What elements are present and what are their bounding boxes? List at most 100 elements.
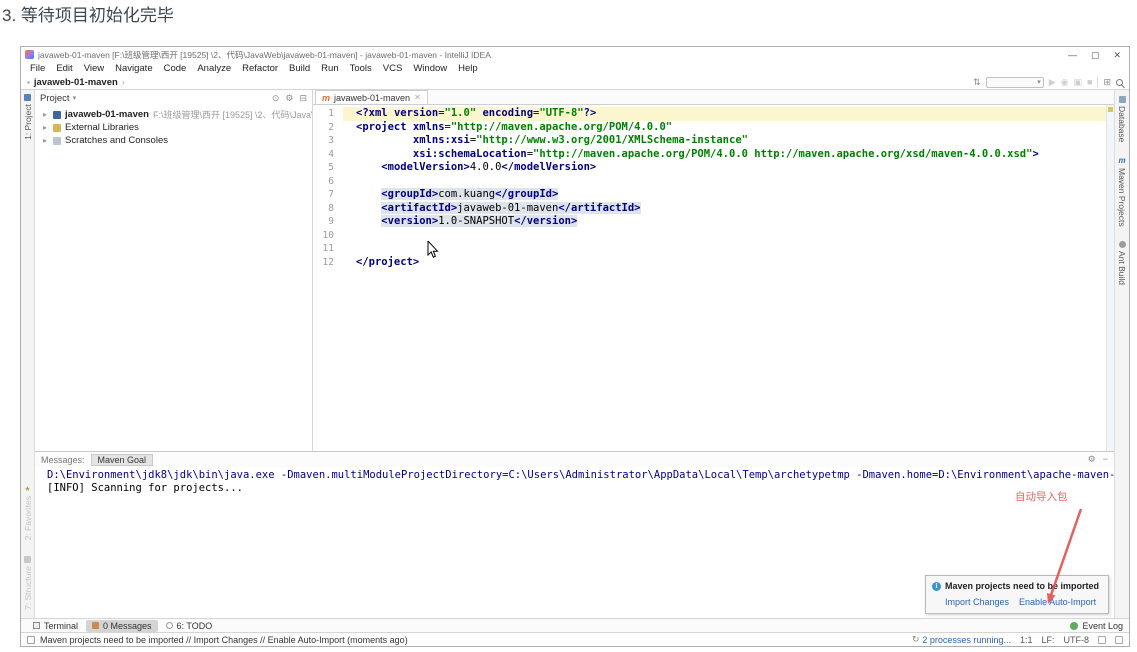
search-everywhere-icon[interactable] [1116, 78, 1123, 86]
line-number: 5 [328, 162, 334, 173]
menu-help[interactable]: Help [453, 63, 483, 74]
code-token: > [1032, 147, 1039, 160]
close-tab-icon[interactable]: ✕ [414, 93, 421, 102]
editor-body[interactable]: 1 <?xml version="1.0" encoding="UTF-8"?> 2… [313, 105, 1114, 451]
stop-button[interactable]: ■ [1087, 77, 1092, 87]
minimize-button[interactable]: — [1068, 50, 1077, 60]
annotation-auto-import: 自动导入包 [1015, 491, 1068, 503]
toolwindow-toggle-icon[interactable] [27, 635, 35, 644]
hector-icon[interactable] [1115, 635, 1123, 644]
bottom-tab-terminal[interactable]: Terminal [27, 620, 84, 632]
console-lines: D:\Environment\jdk8\jdk\bin\java.exe -Dm… [47, 469, 1114, 495]
expand-chevron-icon[interactable]: ▸ [43, 136, 53, 145]
maven-icon: m [1118, 156, 1126, 166]
line-number: 10 [322, 229, 334, 241]
sort-icon[interactable]: ⇅ [973, 77, 981, 88]
menu-code[interactable]: Code [159, 63, 192, 74]
line-number: 2 [328, 121, 334, 133]
chevron-right-icon: › [121, 77, 125, 87]
bottom-tab-todo[interactable]: 6: TODO [160, 620, 219, 632]
menu-vcs[interactable]: VCS [378, 63, 408, 74]
messages-actions: ⚙ − [1088, 454, 1108, 465]
toolwindow-button-ant[interactable]: Ant Build [1117, 240, 1127, 285]
project-panel-title[interactable]: Project [40, 93, 70, 104]
menu-tools[interactable]: Tools [345, 63, 377, 74]
todo-icon [165, 622, 173, 629]
file-encoding[interactable]: UTF-8 [1064, 635, 1090, 645]
collapse-icon[interactable]: − [1103, 454, 1108, 465]
settings-gear-icon[interactable]: ⚙ [1088, 454, 1096, 465]
console-line-1: [INFO] Scanning for projects... [47, 482, 243, 494]
notification-links: Import Changes Enable Auto-Import [945, 596, 1102, 609]
menu-analyze[interactable]: Analyze [192, 63, 236, 74]
page-title: 3. 等待项目初始化完毕 [2, 6, 174, 25]
maven-goal-tab[interactable]: Maven Goal [90, 453, 154, 466]
expand-chevron-icon[interactable]: ▸ [43, 123, 53, 132]
toolwindow-button-structure[interactable]: 7: Structure [23, 556, 33, 610]
menu-view[interactable]: View [79, 63, 109, 74]
toolwindow-button-project[interactable]: 1: Project [23, 94, 33, 140]
run-configuration-select[interactable]: ▾ [985, 76, 1044, 88]
menu-run[interactable]: Run [316, 63, 343, 74]
expand-chevron-icon[interactable]: ▸ [43, 110, 53, 119]
menu-window[interactable]: Window [408, 63, 452, 74]
code-line-3: 3 xmlns:xsi="http://www.w3.org/2001/XMLS… [313, 134, 1106, 148]
code-line-content [343, 175, 1106, 189]
maximize-button[interactable]: ▢ [1091, 50, 1100, 60]
debug-button[interactable]: ◉ [1061, 77, 1069, 88]
close-button[interactable]: ✕ [1113, 50, 1121, 60]
window-controls: — ▢ ✕ [1068, 50, 1121, 60]
menu-bar: File Edit View Navigate Code Analyze Refactor B… [21, 62, 1129, 75]
breadcrumb[interactable]: javaweb-01-maven [34, 77, 118, 88]
menu-refactor[interactable]: Refactor [237, 63, 283, 74]
run-button[interactable]: ▶ [1049, 77, 1056, 88]
status-message[interactable]: Maven projects need to be imported // Im… [40, 635, 408, 645]
notification-link-enable-auto-import[interactable]: Enable Auto-Import [1019, 596, 1096, 609]
hide-panel-icon[interactable]: ⊟ [299, 93, 307, 104]
project-structure-icon[interactable]: ⊞ [1103, 77, 1111, 88]
root-icon [53, 110, 61, 119]
event-log-button[interactable]: Event Log [1070, 621, 1123, 631]
menu-file[interactable]: File [25, 63, 50, 74]
line-number: 11 [322, 243, 334, 254]
code-line-5: 5 <modelVersion>4.0.0</modelVersion> [313, 161, 1106, 175]
tree-row-1[interactable]: ▸ External Libraries [35, 121, 312, 134]
tree-detail: F:\班级管理\西开 [19525] \2、代码\JavaWeb\javaweb [152, 110, 312, 120]
line-separator[interactable]: LF: [1041, 635, 1054, 645]
library-icon [53, 123, 61, 132]
tree-row-2[interactable]: ▸ Scratches and Consoles [35, 134, 312, 147]
notification-title: Maven projects need to be imported [945, 581, 1100, 591]
menu-navigate[interactable]: Navigate [110, 63, 158, 74]
toolwindow-label: Database [1117, 106, 1127, 143]
menu-build[interactable]: Build [284, 63, 315, 74]
tree-row-0[interactable]: ▸ javaweb-01-maven F:\班级管理\西开 [19525] \2、代… [35, 108, 312, 121]
maven-import-notification: i Maven projects need to be imported Imp… [925, 575, 1109, 614]
background-processes[interactable]: ↻ 2 processes running... [912, 634, 1011, 645]
event-log-label: Event Log [1082, 620, 1123, 631]
editor-tab-pom[interactable]: m javaweb-01-maven ✕ [315, 90, 428, 104]
toolwindow-button-maven[interactable]: m Maven Projects [1117, 156, 1127, 227]
toolwindow-button-star[interactable]: ★ 2: Favorites [23, 485, 33, 540]
tree-label: javaweb-01-maven [65, 109, 149, 120]
line-number: 8 [328, 202, 334, 214]
locate-icon[interactable]: ⊙ [272, 93, 280, 104]
code-token: xmlns:xsi [412, 134, 470, 146]
terminal-icon [33, 622, 40, 629]
coverage-button[interactable]: ▣ [1074, 77, 1083, 88]
workspace: Project ▾ ⊙ ⚙ ⊟ ▸ javaweb-01-maven F:\班级管理… [35, 90, 1114, 451]
settings-gear-icon[interactable]: ⚙ [285, 93, 293, 104]
code-token: <modelVersion> [381, 161, 470, 173]
line-number: 4 [328, 148, 334, 160]
caret-position[interactable]: 1:1 [1020, 635, 1033, 645]
code-line-2: 2 <project xmlns="http://maven.apache.org… [313, 121, 1106, 135]
toolwindow-button-database[interactable]: Database [1117, 96, 1127, 142]
editor-scroll-stripe[interactable] [1106, 105, 1114, 451]
menu-edit[interactable]: Edit [51, 63, 77, 74]
notification-link-import-changes[interactable]: Import Changes [945, 596, 1009, 609]
code-token: 1.0-SNAPSHOT [438, 215, 515, 227]
lock-icon[interactable] [1098, 635, 1106, 644]
bottom-tab-messages[interactable]: 0 Messages [86, 619, 158, 632]
code-line-content [343, 229, 1106, 243]
